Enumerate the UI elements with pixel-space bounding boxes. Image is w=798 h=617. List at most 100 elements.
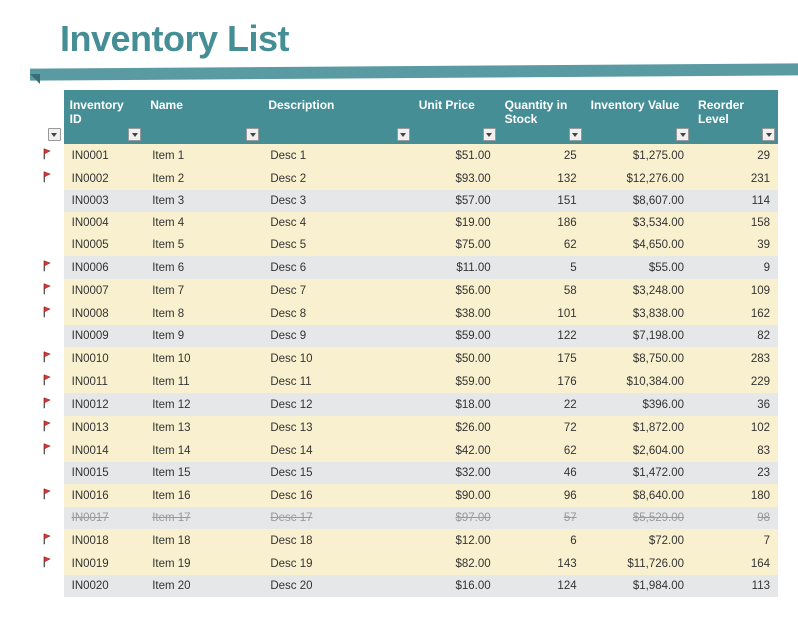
flag-icon (42, 488, 54, 500)
cell-quantity: 151 (499, 190, 585, 212)
cell-id: IN0010 (64, 347, 145, 370)
cell-unit-price: $97.00 (413, 507, 499, 529)
header-unit-price[interactable]: Unit Price (413, 90, 499, 144)
cell-quantity: 186 (499, 212, 585, 234)
cell-description: Desc 4 (262, 212, 412, 234)
flag-icon (42, 420, 54, 432)
filter-button[interactable] (397, 128, 410, 141)
cell-description: Desc 11 (262, 370, 412, 393)
cell-quantity: 62 (499, 439, 585, 462)
cell-reorder: 109 (692, 279, 778, 302)
cell-unit-price: $59.00 (413, 325, 499, 347)
cell-inventory-value: $55.00 (585, 256, 692, 279)
cell-id: IN0004 (64, 212, 145, 234)
table-row[interactable]: IN0017Item 17Desc 17$97.0057$5,529.0098 (40, 507, 778, 529)
flag-cell (40, 552, 64, 575)
cell-inventory-value: $1,984.00 (585, 575, 692, 597)
table-row[interactable]: IN0009Item 9Desc 9$59.00122$7,198.0082 (40, 325, 778, 347)
table-row[interactable]: IN0010Item 10Desc 10$50.00175$8,750.0028… (40, 347, 778, 370)
cell-id: IN0012 (64, 393, 145, 416)
filter-button[interactable] (483, 128, 496, 141)
table-row[interactable]: IN0008Item 8Desc 8$38.00101$3,838.00162 (40, 302, 778, 325)
cell-reorder: 113 (692, 575, 778, 597)
header-label: Name (150, 98, 183, 112)
filter-button[interactable] (569, 128, 582, 141)
table-row[interactable]: IN0005Item 5Desc 5$75.0062$4,650.0039 (40, 234, 778, 256)
flag-cell (40, 462, 64, 484)
cell-reorder: 162 (692, 302, 778, 325)
table-row[interactable]: IN0016Item 16Desc 16$90.0096$8,640.00180 (40, 484, 778, 507)
cell-quantity: 132 (499, 167, 585, 190)
cell-quantity: 62 (499, 234, 585, 256)
cell-name: Item 13 (144, 416, 262, 439)
header-flag[interactable] (40, 90, 64, 144)
flag-cell (40, 347, 64, 370)
cell-inventory-value: $3,248.00 (585, 279, 692, 302)
table-row[interactable]: IN0019Item 19Desc 19$82.00143$11,726.001… (40, 552, 778, 575)
header-label: Inventory ID (70, 98, 124, 126)
table-row[interactable]: IN0003Item 3Desc 3$57.00151$8,607.00114 (40, 190, 778, 212)
flag-cell (40, 393, 64, 416)
table-row[interactable]: IN0018Item 18Desc 18$12.006$72.007 (40, 529, 778, 552)
header-description[interactable]: Description (262, 90, 412, 144)
cell-unit-price: $18.00 (413, 393, 499, 416)
cell-name: Item 1 (144, 144, 262, 167)
cell-description: Desc 13 (262, 416, 412, 439)
flag-icon (42, 351, 54, 363)
table-row[interactable]: IN0014Item 14Desc 14$42.0062$2,604.0083 (40, 439, 778, 462)
cell-description: Desc 20 (262, 575, 412, 597)
cell-quantity: 96 (499, 484, 585, 507)
filter-button[interactable] (246, 128, 259, 141)
flag-icon (42, 148, 54, 160)
cell-name: Item 6 (144, 256, 262, 279)
cell-quantity: 175 (499, 347, 585, 370)
cell-reorder: 7 (692, 529, 778, 552)
cell-name: Item 17 (144, 507, 262, 529)
cell-description: Desc 7 (262, 279, 412, 302)
filter-button[interactable] (128, 128, 141, 141)
flag-icon (42, 260, 54, 272)
flag-icon (42, 171, 54, 183)
header-name[interactable]: Name (144, 90, 262, 144)
cell-description: Desc 17 (262, 507, 412, 529)
table-row[interactable]: IN0013Item 13Desc 13$26.0072$1,872.00102 (40, 416, 778, 439)
header-quantity[interactable]: Quantity in Stock (499, 90, 585, 144)
table-row[interactable]: IN0001Item 1Desc 1$51.0025$1,275.0029 (40, 144, 778, 167)
table-row[interactable]: IN0011Item 11Desc 11$59.00176$10,384.002… (40, 370, 778, 393)
table-row[interactable]: IN0006Item 6Desc 6$11.005$55.009 (40, 256, 778, 279)
table-row[interactable]: IN0007Item 7Desc 7$56.0058$3,248.00109 (40, 279, 778, 302)
cell-id: IN0014 (64, 439, 145, 462)
header-inventory-value[interactable]: Inventory Value (585, 90, 692, 144)
table-row[interactable]: IN0015Item 15Desc 15$32.0046$1,472.0023 (40, 462, 778, 484)
table-row[interactable]: IN0012Item 12Desc 12$18.0022$396.0036 (40, 393, 778, 416)
flag-cell (40, 279, 64, 302)
cell-unit-price: $75.00 (413, 234, 499, 256)
header-row: Inventory ID Name Description Unit Price… (40, 90, 778, 144)
cell-quantity: 122 (499, 325, 585, 347)
table-row[interactable]: IN0002Item 2Desc 2$93.00132$12,276.00231 (40, 167, 778, 190)
cell-reorder: 180 (692, 484, 778, 507)
cell-unit-price: $42.00 (413, 439, 499, 462)
cell-description: Desc 12 (262, 393, 412, 416)
cell-quantity: 72 (499, 416, 585, 439)
banner-fold (30, 74, 40, 84)
cell-id: IN0015 (64, 462, 145, 484)
cell-reorder: 29 (692, 144, 778, 167)
cell-id: IN0005 (64, 234, 145, 256)
filter-button[interactable] (762, 128, 775, 141)
cell-reorder: 23 (692, 462, 778, 484)
header-inventory-id[interactable]: Inventory ID (64, 90, 145, 144)
cell-quantity: 6 (499, 529, 585, 552)
flag-icon (42, 556, 54, 568)
table-row[interactable]: IN0020Item 20Desc 20$16.00124$1,984.0011… (40, 575, 778, 597)
header-reorder-level[interactable]: Reorder Level (692, 90, 778, 144)
cell-reorder: 98 (692, 507, 778, 529)
cell-unit-price: $59.00 (413, 370, 499, 393)
cell-name: Item 15 (144, 462, 262, 484)
cell-reorder: 83 (692, 439, 778, 462)
cell-inventory-value: $3,838.00 (585, 302, 692, 325)
table-row[interactable]: IN0004Item 4Desc 4$19.00186$3,534.00158 (40, 212, 778, 234)
cell-inventory-value: $8,607.00 (585, 190, 692, 212)
filter-button[interactable] (48, 128, 61, 141)
filter-button[interactable] (676, 128, 689, 141)
